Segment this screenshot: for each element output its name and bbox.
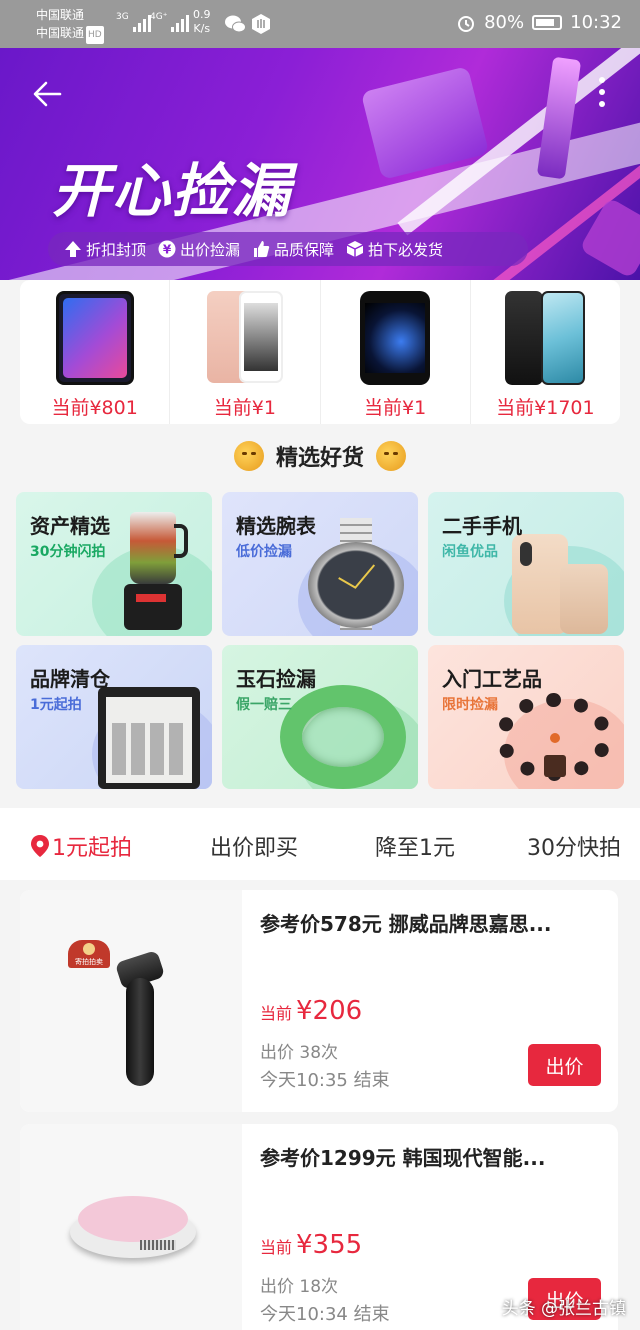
tag-bid-bargain: ¥ 出价捡漏 bbox=[158, 239, 240, 260]
ereader-image bbox=[98, 687, 200, 789]
category-used-phones[interactable]: 二手手机 闲鱼优品 bbox=[428, 492, 624, 636]
robot-vacuum-image bbox=[70, 1196, 196, 1262]
signal-icon-2: 4G⁺ bbox=[150, 12, 190, 32]
status-right: 80% 10:32 bbox=[456, 12, 622, 33]
bid-count: 出价 38次 bbox=[260, 1043, 339, 1063]
category-jade[interactable]: 玉石捡漏 假一赔三 bbox=[222, 645, 418, 789]
product-image-black-iphone bbox=[360, 291, 431, 385]
featured-product-item[interactable]: 当前¥801 bbox=[20, 280, 171, 424]
tag-quality: 品质保障 bbox=[252, 239, 334, 260]
current-price: 当前 ¥206 bbox=[260, 996, 363, 1026]
listing-card[interactable]: 寄拍拍卖 参考价578元 挪威品牌思嘉思... 当前 ¥206 出价 38次 今天… bbox=[20, 890, 618, 1112]
current-price: 当前 ¥355 bbox=[260, 1230, 363, 1260]
signal-icon-1: 3G bbox=[116, 12, 151, 32]
shaver-image bbox=[112, 949, 166, 1088]
product-image-rose-iphone bbox=[206, 291, 283, 383]
bid-button[interactable]: 出价 bbox=[528, 1044, 601, 1086]
listing-title: 参考价1299元 韩国现代智能... bbox=[260, 1146, 546, 1170]
bead-bracelet-image bbox=[492, 693, 616, 789]
featured-price: 当前¥801 bbox=[51, 397, 138, 419]
hero-banner: 开心捡漏 折扣封顶 ¥ 出价捡漏 品质保障 拍下必发货 bbox=[0, 48, 640, 280]
filter-tabs: 1元起拍 出价即买 降至1元 30分快拍 bbox=[0, 808, 640, 880]
featured-product-item[interactable]: 当前¥1701 bbox=[471, 280, 620, 424]
battery-percent: 80% bbox=[484, 12, 525, 33]
product-image-vivo-phone bbox=[55, 291, 134, 385]
blender-image bbox=[122, 512, 188, 630]
end-time: 今天10:35 结束 bbox=[260, 1070, 390, 1091]
carrier-info: 中国联通 中国联通 HD bbox=[36, 6, 104, 44]
featured-price: 当前¥1 bbox=[213, 397, 276, 419]
carrier-2: 中国联通 bbox=[36, 26, 85, 40]
handbag-illustration bbox=[360, 66, 490, 180]
category-asset-selection[interactable]: 资产精选 30分钟闪拍 bbox=[16, 492, 212, 636]
net-speed: 0.9 K/s bbox=[193, 8, 211, 35]
banner-feature-tags: 折扣封顶 ¥ 出价捡漏 品质保障 拍下必发货 bbox=[48, 232, 528, 266]
carrier-1: 中国联通 bbox=[36, 8, 85, 22]
featured-product-item[interactable]: 当前¥1 bbox=[170, 280, 321, 424]
jade-bangle-image bbox=[280, 685, 406, 789]
banner-title: 开心捡漏 bbox=[52, 157, 293, 225]
wristwatch-image bbox=[300, 518, 412, 630]
watermark: 头条 @张兰古镇 bbox=[501, 1299, 626, 1319]
featured-price: 当前¥1701 bbox=[496, 397, 595, 419]
arrow-up-icon bbox=[64, 240, 82, 258]
more-options-icon[interactable] bbox=[598, 74, 606, 110]
auction-badge: 寄拍拍卖 bbox=[68, 940, 110, 968]
category-brand-clearance[interactable]: 品牌清仓 1元起拍 bbox=[16, 645, 212, 789]
notification-icon bbox=[252, 14, 270, 34]
status-bar: 中国联通 中国联通 HD 3G 4G⁺ 0.9 K/s 80% 10:32 bbox=[0, 0, 640, 48]
yen-icon: ¥ bbox=[158, 240, 176, 258]
tag-ship-guaranteed: 拍下必发货 bbox=[346, 239, 443, 260]
battery-icon bbox=[532, 15, 563, 30]
featured-price: 当前¥1 bbox=[364, 397, 427, 419]
iphone-image bbox=[512, 534, 612, 634]
section-heading: 精选好货 bbox=[0, 440, 640, 472]
product-image-huawei-phone bbox=[505, 291, 586, 385]
listing-title: 参考价578元 挪威品牌思嘉思... bbox=[260, 912, 552, 936]
wechat-icon bbox=[225, 15, 246, 33]
tag-discount-cap: 折扣封顶 bbox=[64, 239, 146, 260]
tab-30-min-auction[interactable]: 30分快拍 bbox=[527, 830, 621, 862]
thumbs-up-icon bbox=[252, 240, 270, 258]
svg-text:¥: ¥ bbox=[163, 243, 172, 257]
tab-bid-buy-now[interactable]: 出价即买 bbox=[210, 830, 298, 862]
tab-1-yuan-start[interactable]: 1元起拍 bbox=[30, 830, 132, 862]
featured-product-item[interactable]: 当前¥1 bbox=[321, 280, 471, 424]
clock: 10:32 bbox=[570, 12, 622, 33]
end-time: 今天10:34 结束 bbox=[260, 1304, 390, 1325]
featured-products: 当前¥801 当前¥1 当前¥1 当前¥1701 bbox=[20, 280, 620, 424]
smile-emoji-icon bbox=[233, 441, 264, 471]
back-arrow-icon[interactable] bbox=[30, 76, 66, 112]
category-watches[interactable]: 精选腕表 低价捡漏 bbox=[222, 492, 418, 636]
bid-count: 出价 18次 bbox=[260, 1277, 339, 1297]
package-icon bbox=[346, 240, 364, 258]
listing-image bbox=[20, 1124, 242, 1330]
listing-image: 寄拍拍卖 bbox=[20, 890, 242, 1112]
alarm-icon bbox=[458, 15, 475, 32]
hd-badge: HD bbox=[86, 26, 104, 44]
category-crafts[interactable]: 入门工艺品 限时捡漏 bbox=[428, 645, 624, 789]
tab-drop-to-1-yuan[interactable]: 降至1元 bbox=[375, 830, 455, 862]
location-pin-icon bbox=[31, 835, 49, 857]
grin-emoji-icon bbox=[376, 441, 406, 471]
